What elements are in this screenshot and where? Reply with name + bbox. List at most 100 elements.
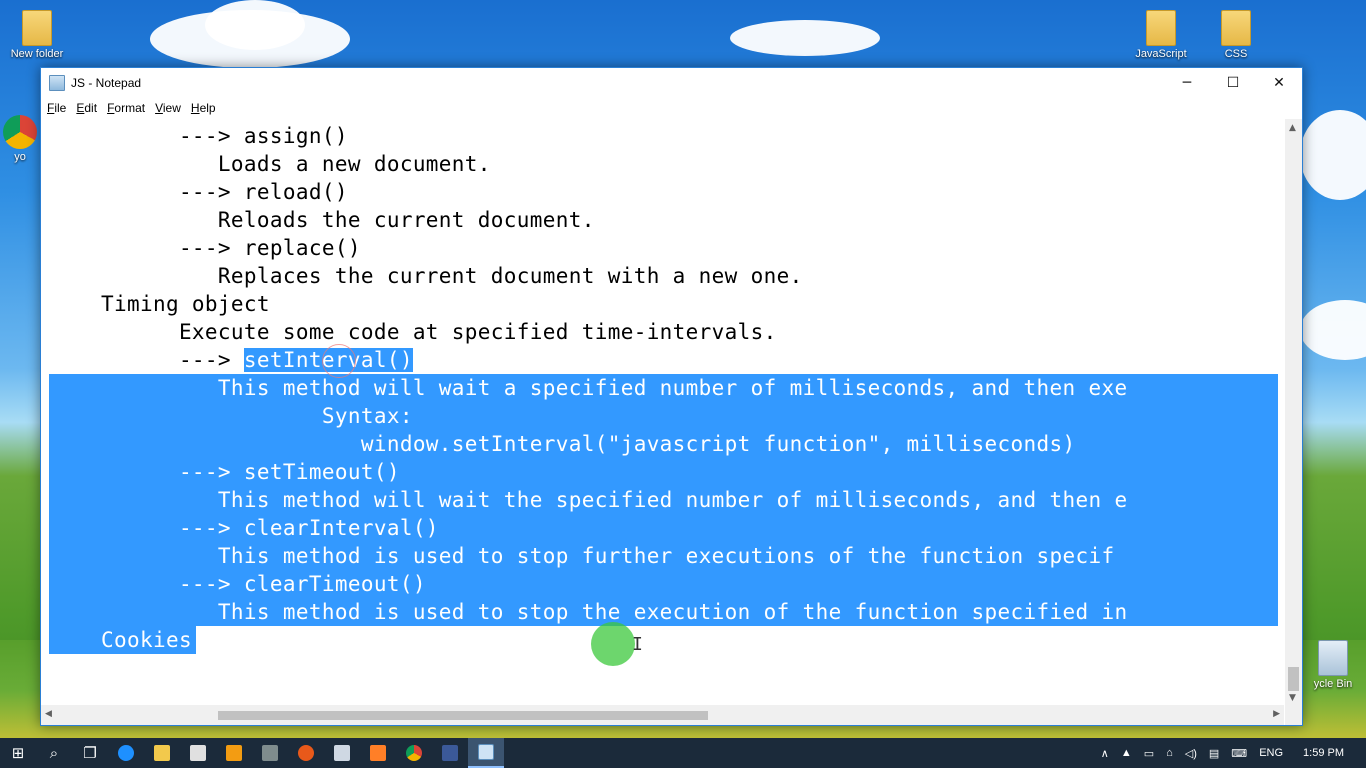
menu-view[interactable]: View (153, 101, 187, 115)
editor-line: ---> assign() (178, 124, 348, 148)
network-icon[interactable]: ⌂ (1166, 747, 1173, 759)
notepad-icon (49, 74, 65, 91)
editor-line: ---> replace() (178, 236, 361, 260)
taskbar-media-player[interactable] (216, 738, 252, 768)
title-bar[interactable]: JS - Notepad ─ ☐ ✕ (41, 68, 1302, 97)
editor-line: Reloads the current document. (217, 208, 595, 232)
editor-line: Syntax: (49, 402, 413, 430)
scroll-left-icon[interactable]: ◀ (45, 709, 52, 719)
clock[interactable]: 1:59 PM (1303, 747, 1344, 759)
taskbar-paint[interactable] (360, 738, 396, 768)
cloud (1300, 110, 1366, 200)
scroll-down-icon[interactable]: ▼ (1289, 693, 1296, 703)
windows-icon: ⊞ (11, 744, 25, 762)
media-player-icon (226, 745, 242, 761)
menu-label: ormat (114, 101, 146, 115)
menu-file[interactable]: File (45, 101, 72, 115)
system-tray: ∧ ▲ ▭ ⌂ ◁) ▤ ⌨ ENG 1:59 PM (1095, 738, 1366, 768)
maximize-button[interactable]: ☐ (1210, 68, 1256, 97)
editor-line: ---> reload() (178, 180, 348, 204)
volume-icon[interactable]: ◁) (1185, 747, 1197, 760)
scroll-right-icon[interactable]: ▶ (1273, 709, 1280, 719)
window-app-icon (334, 745, 350, 761)
taskbar-file-explorer[interactable] (144, 738, 180, 768)
taskbar-chrome[interactable] (396, 738, 432, 768)
notification-icon[interactable]: ▤ (1209, 747, 1219, 760)
store-icon (190, 745, 206, 761)
cloud (1300, 300, 1366, 360)
show-hidden-icons[interactable]: ∧ (1101, 747, 1109, 760)
desktop-icon-label: yo (14, 151, 26, 163)
menu-help[interactable]: Help (189, 101, 222, 115)
vlc-icon[interactable]: ▲ (1121, 747, 1132, 759)
menu-accel: V (155, 101, 163, 115)
keyboard-icon[interactable]: ⌨ (1231, 747, 1247, 760)
desktop-icon-label: JavaScript (1135, 48, 1187, 60)
editor-line: This method will wait a specified number… (49, 374, 1128, 402)
menu-format[interactable]: Format (105, 101, 151, 115)
editor-line: This method will wait the specified numb… (49, 486, 1128, 514)
notepad-window: JS - Notepad ─ ☐ ✕ File Edit Format View… (40, 67, 1303, 726)
notepad-icon (478, 744, 494, 760)
horizontal-scrollbar[interactable]: ◀ ▶ (41, 705, 1284, 725)
taskbar-store[interactable] (180, 738, 216, 768)
folder-icon (22, 10, 52, 46)
cursor-highlight (591, 622, 635, 666)
battery-icon[interactable]: ▭ (1144, 747, 1154, 760)
scrollbar-corner (1285, 705, 1302, 725)
editor-line: ---> clearTimeout() (49, 570, 426, 598)
text-editor[interactable]: ---> assign() Loads a new document. --->… (41, 119, 1284, 707)
taskbar: ⊞ ⌕ ❐ ∧ ▲ ▭ ⌂ ◁) ▤ ⌨ ENG 1:59 PM (0, 738, 1366, 768)
taskbar-firefox[interactable] (288, 738, 324, 768)
desktop-icon-recycle-bin[interactable]: ycle Bin (1300, 640, 1366, 690)
edge-icon (118, 745, 134, 761)
horizontal-scroll-thumb[interactable] (218, 711, 708, 720)
task-view-button[interactable]: ❐ (72, 738, 108, 768)
desktop-icon-label: New folder (10, 48, 64, 60)
desktop-icon-label: CSS (1224, 48, 1248, 60)
desktop-icon-javascript[interactable]: JavaScript (1126, 10, 1196, 60)
menu-label: ile (54, 101, 67, 115)
editor-line: window.setInterval("javascript function"… (49, 430, 1076, 458)
search-button[interactable]: ⌕ (36, 738, 72, 768)
menu-edit[interactable]: Edit (74, 101, 103, 115)
chrome-icon (3, 115, 37, 149)
language-indicator[interactable]: ENG (1259, 747, 1283, 759)
vertical-scrollbar[interactable]: ▲ ▼ (1285, 119, 1302, 707)
menu-label: elp (199, 101, 216, 115)
editor-line: Replaces the current document with a new… (217, 264, 803, 288)
menu-label: dit (84, 101, 98, 115)
cloud (730, 20, 880, 56)
chrome-icon (406, 745, 422, 761)
paint-icon (370, 745, 386, 761)
desktop-icon-css[interactable]: CSS (1201, 10, 1271, 60)
window-title: JS - Notepad (71, 75, 142, 90)
click-indicator (322, 344, 356, 378)
film-icon (262, 745, 278, 761)
menu-label: iew (162, 101, 181, 115)
search-icon: ⌕ (49, 744, 59, 762)
minimize-button[interactable]: ─ (1164, 68, 1210, 97)
folder-icon (154, 745, 170, 761)
close-button[interactable]: ✕ (1256, 68, 1302, 97)
vertical-scroll-thumb[interactable] (1288, 667, 1299, 691)
editor-line: This method is used to stop the executio… (49, 598, 1128, 626)
editor-line: ---> setTimeout() (49, 458, 400, 486)
folder-icon (1221, 10, 1251, 46)
recycle-bin-icon (1318, 640, 1348, 676)
taskbar-app[interactable] (324, 738, 360, 768)
taskbar-edge[interactable] (108, 738, 144, 768)
task-view-icon: ❐ (83, 744, 97, 762)
folder-icon (1146, 10, 1176, 46)
editor-line: ---> setInterval() (178, 348, 413, 372)
taskbar-facebook[interactable] (432, 738, 468, 768)
scroll-up-icon[interactable]: ▲ (1289, 123, 1296, 133)
desktop-icon-chrome[interactable]: yo (0, 115, 40, 163)
facebook-icon (442, 745, 458, 761)
start-button[interactable]: ⊞ (0, 738, 36, 768)
taskbar-film[interactable] (252, 738, 288, 768)
editor-line: Loads a new document. (217, 152, 491, 176)
editor-line: This method is used to stop further exec… (49, 542, 1115, 570)
taskbar-notepad[interactable] (468, 738, 504, 768)
desktop-icon-new-folder[interactable]: New folder (2, 10, 72, 60)
